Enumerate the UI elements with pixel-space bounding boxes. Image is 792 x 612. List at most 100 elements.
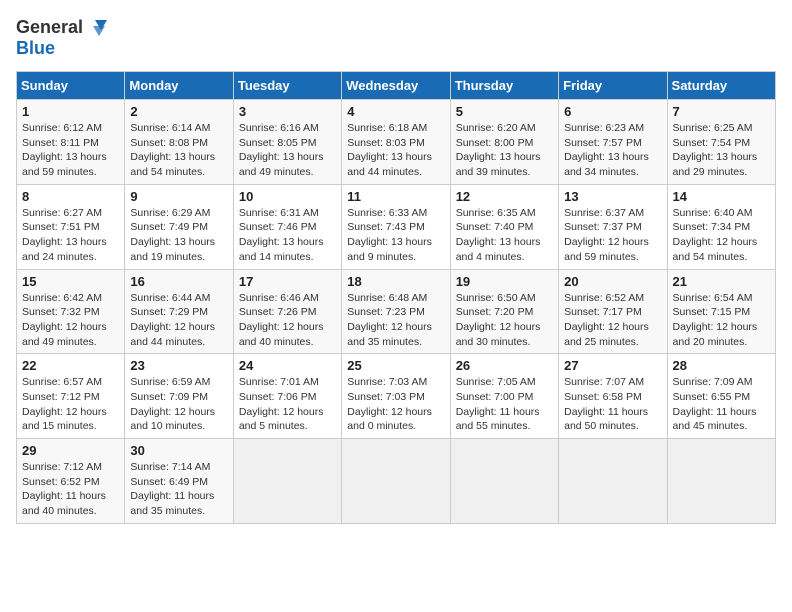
calendar-cell <box>342 439 450 524</box>
weekday-header-wednesday: Wednesday <box>342 72 450 100</box>
day-info: Sunrise: 6:35 AMSunset: 7:40 PMDaylight:… <box>456 207 541 263</box>
day-info: Sunrise: 6:46 AMSunset: 7:26 PMDaylight:… <box>239 292 324 348</box>
day-info: Sunrise: 6:33 AMSunset: 7:43 PMDaylight:… <box>347 207 432 263</box>
day-number: 20 <box>564 274 661 289</box>
day-info: Sunrise: 6:20 AMSunset: 8:00 PMDaylight:… <box>456 122 541 178</box>
calendar-cell: 7 Sunrise: 6:25 AMSunset: 7:54 PMDayligh… <box>667 100 775 185</box>
day-info: Sunrise: 6:23 AMSunset: 7:57 PMDaylight:… <box>564 122 649 178</box>
day-info: Sunrise: 6:42 AMSunset: 7:32 PMDaylight:… <box>22 292 107 348</box>
day-number: 4 <box>347 104 444 119</box>
day-number: 13 <box>564 189 661 204</box>
calendar-cell: 29 Sunrise: 7:12 AMSunset: 6:52 PMDaylig… <box>17 439 125 524</box>
calendar-cell: 23 Sunrise: 6:59 AMSunset: 7:09 PMDaylig… <box>125 354 233 439</box>
day-info: Sunrise: 6:50 AMSunset: 7:20 PMDaylight:… <box>456 292 541 348</box>
day-info: Sunrise: 6:27 AMSunset: 7:51 PMDaylight:… <box>22 207 107 263</box>
calendar-cell <box>667 439 775 524</box>
weekday-header-friday: Friday <box>559 72 667 100</box>
calendar-cell: 11 Sunrise: 6:33 AMSunset: 7:43 PMDaylig… <box>342 184 450 269</box>
day-info: Sunrise: 6:54 AMSunset: 7:15 PMDaylight:… <box>673 292 758 348</box>
day-info: Sunrise: 7:07 AMSunset: 6:58 PMDaylight:… <box>564 376 648 432</box>
day-info: Sunrise: 6:37 AMSunset: 7:37 PMDaylight:… <box>564 207 649 263</box>
weekday-header-monday: Monday <box>125 72 233 100</box>
day-number: 21 <box>673 274 770 289</box>
day-info: Sunrise: 6:25 AMSunset: 7:54 PMDaylight:… <box>673 122 758 178</box>
day-info: Sunrise: 6:52 AMSunset: 7:17 PMDaylight:… <box>564 292 649 348</box>
logo-blue: Blue <box>16 38 55 59</box>
day-info: Sunrise: 7:12 AMSunset: 6:52 PMDaylight:… <box>22 461 106 517</box>
calendar-cell: 10 Sunrise: 6:31 AMSunset: 7:46 PMDaylig… <box>233 184 341 269</box>
day-number: 25 <box>347 358 444 373</box>
day-info: Sunrise: 6:40 AMSunset: 7:34 PMDaylight:… <box>673 207 758 263</box>
calendar-cell: 30 Sunrise: 7:14 AMSunset: 6:49 PMDaylig… <box>125 439 233 524</box>
day-number: 17 <box>239 274 336 289</box>
calendar-cell <box>559 439 667 524</box>
calendar-cell: 28 Sunrise: 7:09 AMSunset: 6:55 PMDaylig… <box>667 354 775 439</box>
day-info: Sunrise: 7:09 AMSunset: 6:55 PMDaylight:… <box>673 376 757 432</box>
day-number: 11 <box>347 189 444 204</box>
calendar-cell: 8 Sunrise: 6:27 AMSunset: 7:51 PMDayligh… <box>17 184 125 269</box>
day-info: Sunrise: 7:03 AMSunset: 7:03 PMDaylight:… <box>347 376 432 432</box>
calendar-cell: 16 Sunrise: 6:44 AMSunset: 7:29 PMDaylig… <box>125 269 233 354</box>
day-number: 30 <box>130 443 227 458</box>
day-info: Sunrise: 7:05 AMSunset: 7:00 PMDaylight:… <box>456 376 540 432</box>
day-info: Sunrise: 6:12 AMSunset: 8:11 PMDaylight:… <box>22 122 107 178</box>
day-number: 7 <box>673 104 770 119</box>
day-info: Sunrise: 6:57 AMSunset: 7:12 PMDaylight:… <box>22 376 107 432</box>
weekday-header-sunday: Sunday <box>17 72 125 100</box>
calendar-cell: 3 Sunrise: 6:16 AMSunset: 8:05 PMDayligh… <box>233 100 341 185</box>
logo-bird-icon <box>85 16 107 38</box>
calendar-cell: 4 Sunrise: 6:18 AMSunset: 8:03 PMDayligh… <box>342 100 450 185</box>
day-number: 14 <box>673 189 770 204</box>
day-number: 22 <box>22 358 119 373</box>
calendar-cell: 25 Sunrise: 7:03 AMSunset: 7:03 PMDaylig… <box>342 354 450 439</box>
logo-general: General <box>16 17 83 38</box>
day-number: 26 <box>456 358 553 373</box>
day-info: Sunrise: 6:59 AMSunset: 7:09 PMDaylight:… <box>130 376 215 432</box>
day-number: 9 <box>130 189 227 204</box>
day-number: 3 <box>239 104 336 119</box>
day-info: Sunrise: 6:14 AMSunset: 8:08 PMDaylight:… <box>130 122 215 178</box>
day-number: 27 <box>564 358 661 373</box>
calendar-cell: 19 Sunrise: 6:50 AMSunset: 7:20 PMDaylig… <box>450 269 558 354</box>
day-number: 8 <box>22 189 119 204</box>
day-number: 23 <box>130 358 227 373</box>
day-info: Sunrise: 6:31 AMSunset: 7:46 PMDaylight:… <box>239 207 324 263</box>
day-number: 1 <box>22 104 119 119</box>
day-number: 5 <box>456 104 553 119</box>
calendar-cell: 26 Sunrise: 7:05 AMSunset: 7:00 PMDaylig… <box>450 354 558 439</box>
day-number: 19 <box>456 274 553 289</box>
calendar-cell <box>450 439 558 524</box>
calendar-cell <box>233 439 341 524</box>
day-info: Sunrise: 6:18 AMSunset: 8:03 PMDaylight:… <box>347 122 432 178</box>
day-number: 2 <box>130 104 227 119</box>
day-number: 16 <box>130 274 227 289</box>
logo: General Blue <box>16 16 107 59</box>
day-number: 12 <box>456 189 553 204</box>
calendar-cell: 2 Sunrise: 6:14 AMSunset: 8:08 PMDayligh… <box>125 100 233 185</box>
day-number: 29 <box>22 443 119 458</box>
day-number: 18 <box>347 274 444 289</box>
calendar-cell: 24 Sunrise: 7:01 AMSunset: 7:06 PMDaylig… <box>233 354 341 439</box>
calendar-cell: 22 Sunrise: 6:57 AMSunset: 7:12 PMDaylig… <box>17 354 125 439</box>
calendar-cell: 13 Sunrise: 6:37 AMSunset: 7:37 PMDaylig… <box>559 184 667 269</box>
calendar-cell: 5 Sunrise: 6:20 AMSunset: 8:00 PMDayligh… <box>450 100 558 185</box>
calendar-cell: 12 Sunrise: 6:35 AMSunset: 7:40 PMDaylig… <box>450 184 558 269</box>
calendar-cell: 20 Sunrise: 6:52 AMSunset: 7:17 PMDaylig… <box>559 269 667 354</box>
day-info: Sunrise: 7:01 AMSunset: 7:06 PMDaylight:… <box>239 376 324 432</box>
day-number: 10 <box>239 189 336 204</box>
weekday-header-tuesday: Tuesday <box>233 72 341 100</box>
day-info: Sunrise: 6:29 AMSunset: 7:49 PMDaylight:… <box>130 207 215 263</box>
calendar-cell: 6 Sunrise: 6:23 AMSunset: 7:57 PMDayligh… <box>559 100 667 185</box>
calendar-cell: 1 Sunrise: 6:12 AMSunset: 8:11 PMDayligh… <box>17 100 125 185</box>
day-number: 24 <box>239 358 336 373</box>
calendar-cell: 27 Sunrise: 7:07 AMSunset: 6:58 PMDaylig… <box>559 354 667 439</box>
calendar-cell: 15 Sunrise: 6:42 AMSunset: 7:32 PMDaylig… <box>17 269 125 354</box>
day-info: Sunrise: 6:44 AMSunset: 7:29 PMDaylight:… <box>130 292 215 348</box>
day-number: 15 <box>22 274 119 289</box>
day-info: Sunrise: 6:16 AMSunset: 8:05 PMDaylight:… <box>239 122 324 178</box>
day-info: Sunrise: 6:48 AMSunset: 7:23 PMDaylight:… <box>347 292 432 348</box>
day-info: Sunrise: 7:14 AMSunset: 6:49 PMDaylight:… <box>130 461 214 517</box>
calendar-cell: 17 Sunrise: 6:46 AMSunset: 7:26 PMDaylig… <box>233 269 341 354</box>
weekday-header-saturday: Saturday <box>667 72 775 100</box>
weekday-header-thursday: Thursday <box>450 72 558 100</box>
